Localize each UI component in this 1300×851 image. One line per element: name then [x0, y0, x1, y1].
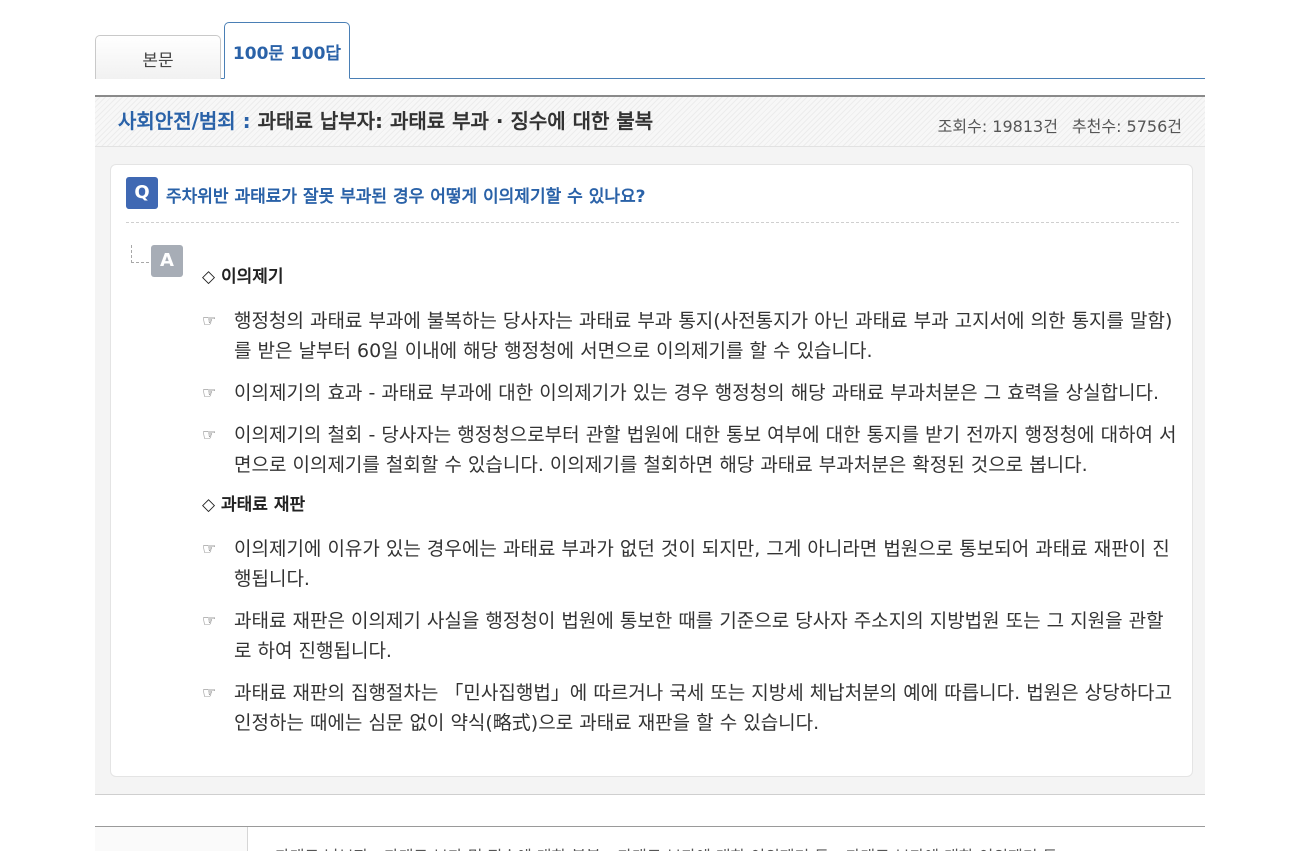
- pointing-hand-icon: ☞: [202, 311, 217, 330]
- content-area: Q 주차위반 과태료가 잘못 부과된 경우 어떻게 이의제기할 수 있나요? A…: [95, 147, 1205, 795]
- related-label-cell: [95, 827, 248, 851]
- question-text: 주차위반 과태료가 잘못 부과된 경우 어떻게 이의제기할 수 있나요?: [166, 187, 646, 207]
- question-row: Q 주차위반 과태료가 잘못 부과된 경우 어떻게 이의제기할 수 있나요?: [126, 177, 1179, 223]
- stats: 조회수: 19813건 추천수: 5756건: [938, 113, 1182, 137]
- tab-100-qna[interactable]: 100문 100답: [224, 22, 350, 79]
- title-bar: 사회안전/범죄 : 과태료 납부자: 과태료 부과 · 징수에 대한 불복 조회…: [95, 95, 1205, 147]
- section-heading: ◇ 과태료 재판: [202, 495, 306, 515]
- pointing-hand-icon: ☞: [202, 383, 217, 402]
- tab-main-text[interactable]: 본문: [95, 35, 221, 79]
- answer-body: ◇ 이의제기 ☞ 행정청의 과태료 부과에 불복하는 당사자는 과태료 부과 통지…: [202, 260, 1177, 738]
- related-table: 과태료 납부자 : 과태료 부과 및 징수에 대한 불복 › 과태료 부과에 대…: [95, 826, 1205, 851]
- category-label: 사회안전/범죄: [118, 109, 236, 133]
- pointing-hand-icon: ☞: [202, 611, 217, 630]
- related-link[interactable]: 과태료 납부자 : 과태료 부과 및 징수에 대한 불복 › 과태료 부과에 대…: [275, 843, 1057, 851]
- page-title: 사회안전/범죄 : 과태료 납부자: 과태료 부과 · 징수에 대한 불복: [118, 105, 653, 134]
- answer-item: ☞ 행정청의 과태료 부과에 불복하는 당사자는 과태료 부과 통지(사전통지가 …: [202, 306, 1177, 366]
- answer-connector: [131, 245, 149, 263]
- section-heading: ◇ 이의제기: [202, 267, 284, 287]
- recommend-count: 추천수: 5756건: [1071, 117, 1182, 136]
- view-count: 조회수: 19813건: [937, 117, 1058, 136]
- tab-bar: 본문 100문 100답: [95, 20, 1205, 79]
- answer-item: ☞ 과태료 재판의 집행절차는 「민사집행법」에 따르거나 국세 또는 지방세 체…: [202, 678, 1177, 738]
- answer-item: ☞ 과태료 재판은 이의제기 사실을 행정청이 법원에 통보한 때를 기준으로 당…: [202, 606, 1177, 666]
- answer-item: ☞ 이의제기에 이유가 있는 경우에는 과태료 부과가 없던 것이 되지만, 그게…: [202, 534, 1177, 594]
- pointing-hand-icon: ☞: [202, 539, 217, 558]
- question-badge: Q: [126, 177, 158, 209]
- title-text: 과태료 납부자: 과태료 부과 · 징수에 대한 불복: [257, 109, 654, 133]
- answer-item: ☞ 이의제기의 효과 - 과태료 부과에 대한 이의제기가 있는 경우 행정청의 …: [202, 378, 1177, 408]
- answer-badge: A: [151, 245, 183, 277]
- answer-item: ☞ 이의제기의 철회 - 당사자는 행정청으로부터 관할 법원에 대한 통보 여부…: [202, 420, 1177, 480]
- pointing-hand-icon: ☞: [202, 683, 217, 702]
- title-separator: :: [235, 109, 258, 133]
- qna-card: Q 주차위반 과태료가 잘못 부과된 경우 어떻게 이의제기할 수 있나요? A…: [110, 164, 1193, 777]
- pointing-hand-icon: ☞: [202, 425, 217, 444]
